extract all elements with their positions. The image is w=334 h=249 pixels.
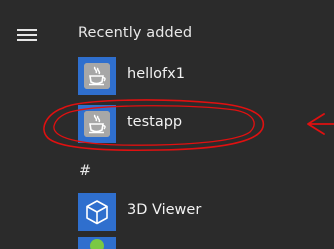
letter-header-hash[interactable]: #	[79, 163, 91, 179]
3d-cube-icon	[86, 200, 108, 225]
app-label: hellofx1	[127, 66, 185, 82]
app-tile	[78, 193, 116, 231]
app-tile-cutoff[interactable]	[78, 237, 116, 249]
app-item-3d-viewer[interactable]: 3D Viewer	[78, 193, 308, 231]
app-tile	[78, 105, 116, 143]
start-menu: Recently added hellofx1 testapp # 3D Vie…	[0, 0, 334, 249]
java-cup-icon	[84, 63, 110, 89]
app-item-testapp[interactable]: testapp	[78, 105, 308, 143]
app-item-hellofx1[interactable]: hellofx1	[78, 57, 308, 95]
app-tile	[78, 57, 116, 95]
app-icon-partial	[90, 239, 104, 249]
java-cup-icon	[84, 111, 110, 137]
arrow-icon	[307, 113, 334, 135]
app-label: testapp	[127, 114, 183, 130]
recently-added-header: Recently added	[78, 25, 193, 41]
hamburger-menu-icon[interactable]	[17, 27, 39, 43]
app-label: 3D Viewer	[127, 202, 202, 218]
